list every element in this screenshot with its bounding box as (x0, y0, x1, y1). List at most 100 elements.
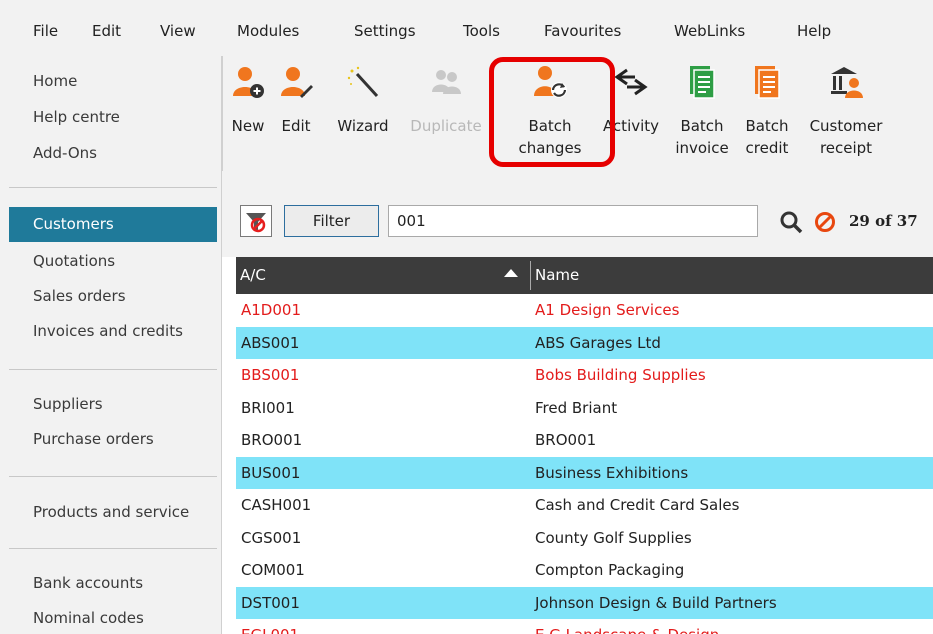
table-row[interactable]: COM001 Compton Packaging (236, 554, 933, 587)
toolbar-divider (222, 56, 223, 171)
cell-name: Compton Packaging (535, 561, 685, 579)
menu-modules[interactable]: Modules (237, 22, 299, 40)
table-row[interactable]: BUS001 Business Exhibitions (236, 456, 933, 489)
wizard-label: Wizard (337, 117, 389, 135)
table-row[interactable]: A1D001 A1 Design Services (236, 294, 933, 327)
edit-label: Edit (281, 117, 311, 135)
cell-ac: ABS001 (241, 333, 300, 352)
credit-document-icon (755, 66, 780, 99)
cell-ac: BRO001 (241, 431, 303, 449)
sidebar-item-quotations[interactable]: Quotations (33, 252, 115, 270)
column-divider[interactable] (530, 261, 531, 290)
add-person-icon (233, 67, 264, 98)
cell-ac: BUS001 (241, 463, 301, 482)
sidebar-item-home[interactable]: Home (33, 72, 77, 90)
sidebar-divider (9, 369, 217, 370)
bank-person-icon (831, 67, 863, 98)
cell-ac: CGS001 (241, 528, 302, 547)
cell-name: BRO001 (535, 431, 597, 449)
clear-search-icon[interactable] (814, 211, 836, 233)
table-row[interactable]: CASH001 Cash and Credit Card Sales (236, 489, 933, 522)
customer-receipt-button[interactable]: Customer receipt (799, 56, 893, 168)
cell-name: County Golf Supplies (535, 528, 692, 547)
sidebar-item-customers[interactable]: Customers (9, 207, 217, 242)
table-row[interactable]: ABS001 ABS Garages Ltd (236, 326, 933, 359)
record-count: 29 of 37 (849, 212, 918, 230)
batch-credit-label: Batch credit (737, 115, 797, 159)
invoice-document-icon (690, 66, 715, 99)
annotation-highlight (489, 57, 615, 167)
table-row[interactable]: DST001 Johnson Design & Build Partners (236, 586, 933, 619)
search-icon[interactable] (779, 210, 803, 234)
cell-ac: DST001 (241, 593, 300, 612)
batch-credit-button[interactable]: Batch credit (737, 56, 797, 168)
swap-arrows-icon (614, 68, 648, 96)
cell-name: Business Exhibitions (535, 463, 689, 482)
sidebar-divider (9, 476, 217, 477)
cell-name: Johnson Design & Build Partners (535, 593, 777, 612)
sidebar-item-sales-orders[interactable]: Sales orders (33, 287, 126, 305)
cell-ac: A1D001 (241, 301, 301, 319)
sidebar-item-invoices-credits[interactable]: Invoices and credits (33, 322, 183, 340)
batch-invoice-button[interactable]: Batch invoice (670, 56, 734, 168)
sidebar-divider (9, 187, 217, 188)
menu-file[interactable]: File (33, 22, 58, 40)
batch-credit-label-line1: Batch (745, 117, 789, 135)
customer-receipt-label-line1: Customer (809, 117, 883, 135)
menu-bar: File Edit View Modules Settings Tools Fa… (0, 0, 933, 56)
cell-ac: COM001 (241, 561, 305, 579)
edit-person-icon (281, 67, 313, 98)
batch-invoice-label: Batch invoice (670, 115, 734, 159)
sidebar-item-label: Customers (33, 215, 114, 233)
table-row[interactable]: BRO001 BRO001 (236, 424, 933, 457)
new-button[interactable]: New (226, 56, 270, 168)
customer-receipt-label-line2: receipt (819, 139, 873, 157)
wizard-button[interactable]: Wizard (320, 56, 406, 168)
filter-button[interactable]: Filter (284, 205, 379, 237)
menu-weblinks[interactable]: WebLinks (674, 22, 745, 40)
cell-name: Bobs Building Supplies (535, 366, 706, 384)
duplicate-people-icon (432, 70, 461, 94)
table-body: A1D001 A1 Design Services ABS001 ABS Garage… (236, 294, 933, 634)
sidebar: Home Help centre Add-Ons Customers Quota… (0, 56, 222, 634)
search-input[interactable] (388, 205, 758, 237)
table-row[interactable]: BRI001 Fred Briant (236, 392, 933, 425)
sidebar-divider (9, 548, 217, 549)
duplicate-button[interactable]: Duplicate (406, 56, 486, 168)
table-row[interactable]: BBS001 Bobs Building Supplies (236, 359, 933, 392)
sidebar-item-purchase-orders[interactable]: Purchase orders (33, 430, 154, 448)
batch-credit-label-line2: credit (745, 139, 789, 157)
batch-invoice-label-line1: Batch (680, 117, 724, 135)
customers-table: A/C Name A1D001 A1 Design Services ABS001 A… (236, 257, 933, 634)
menu-view[interactable]: View (160, 22, 196, 40)
sidebar-item-nominal-codes[interactable]: Nominal codes (33, 609, 144, 627)
edit-button[interactable]: Edit (272, 56, 320, 168)
clear-filter-button[interactable] (240, 205, 272, 237)
menu-help[interactable]: Help (797, 22, 831, 40)
cell-name: E G Landscape & Design (535, 626, 719, 634)
menu-tools[interactable]: Tools (463, 22, 500, 40)
column-header-name[interactable]: Name (535, 266, 579, 284)
menu-favourites[interactable]: Favourites (544, 22, 621, 40)
cell-name: A1 Design Services (535, 301, 680, 319)
sidebar-item-products[interactable]: Products and service (33, 503, 189, 521)
cell-name: Fred Briant (535, 398, 618, 417)
column-header-ac[interactable]: A/C (240, 266, 266, 284)
sidebar-item-help-centre[interactable]: Help centre (33, 108, 120, 126)
new-label: New (231, 117, 265, 135)
sidebar-item-add-ons[interactable]: Add-Ons (33, 144, 97, 162)
menu-settings[interactable]: Settings (354, 22, 416, 40)
cell-ac: BRI001 (241, 398, 295, 417)
duplicate-label: Duplicate (410, 117, 482, 135)
filter-bar: Filter 29 of 37 (222, 171, 933, 257)
sidebar-item-suppliers[interactable]: Suppliers (33, 395, 103, 413)
cell-name: Cash and Credit Card Sales (535, 496, 740, 514)
table-row[interactable]: CGS001 County Golf Supplies (236, 522, 933, 555)
cell-ac: EGL001 (241, 626, 299, 634)
sidebar-item-bank-accounts[interactable]: Bank accounts (33, 574, 143, 592)
menu-edit[interactable]: Edit (92, 22, 121, 40)
table-row[interactable]: EGL001 E G Landscape & Design (236, 619, 933, 634)
batch-invoice-label-line2: invoice (675, 139, 729, 157)
cell-ac: CASH001 (241, 496, 312, 514)
filter-clear-icon (246, 213, 266, 233)
